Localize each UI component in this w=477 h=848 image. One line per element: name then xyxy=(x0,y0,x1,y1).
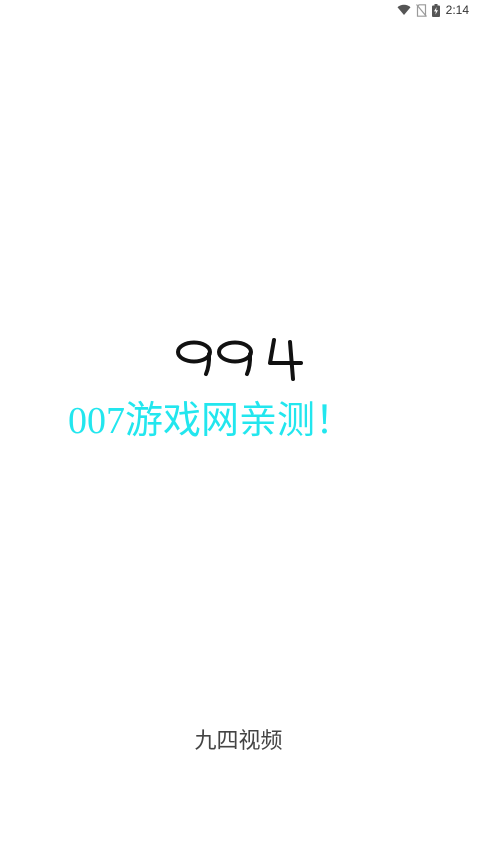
status-bar: 2:14 xyxy=(0,0,477,20)
watermark-text: 007游戏网亲测！ xyxy=(68,400,354,442)
splash-logo: 994 xyxy=(176,338,303,381)
app-name: 九四视频 xyxy=(194,729,283,754)
wifi-icon xyxy=(397,4,411,16)
status-time: 2:14 xyxy=(445,3,469,17)
status-icons: 2:14 xyxy=(397,2,469,18)
no-sim-icon xyxy=(415,3,427,17)
battery-charging-icon xyxy=(431,3,440,17)
